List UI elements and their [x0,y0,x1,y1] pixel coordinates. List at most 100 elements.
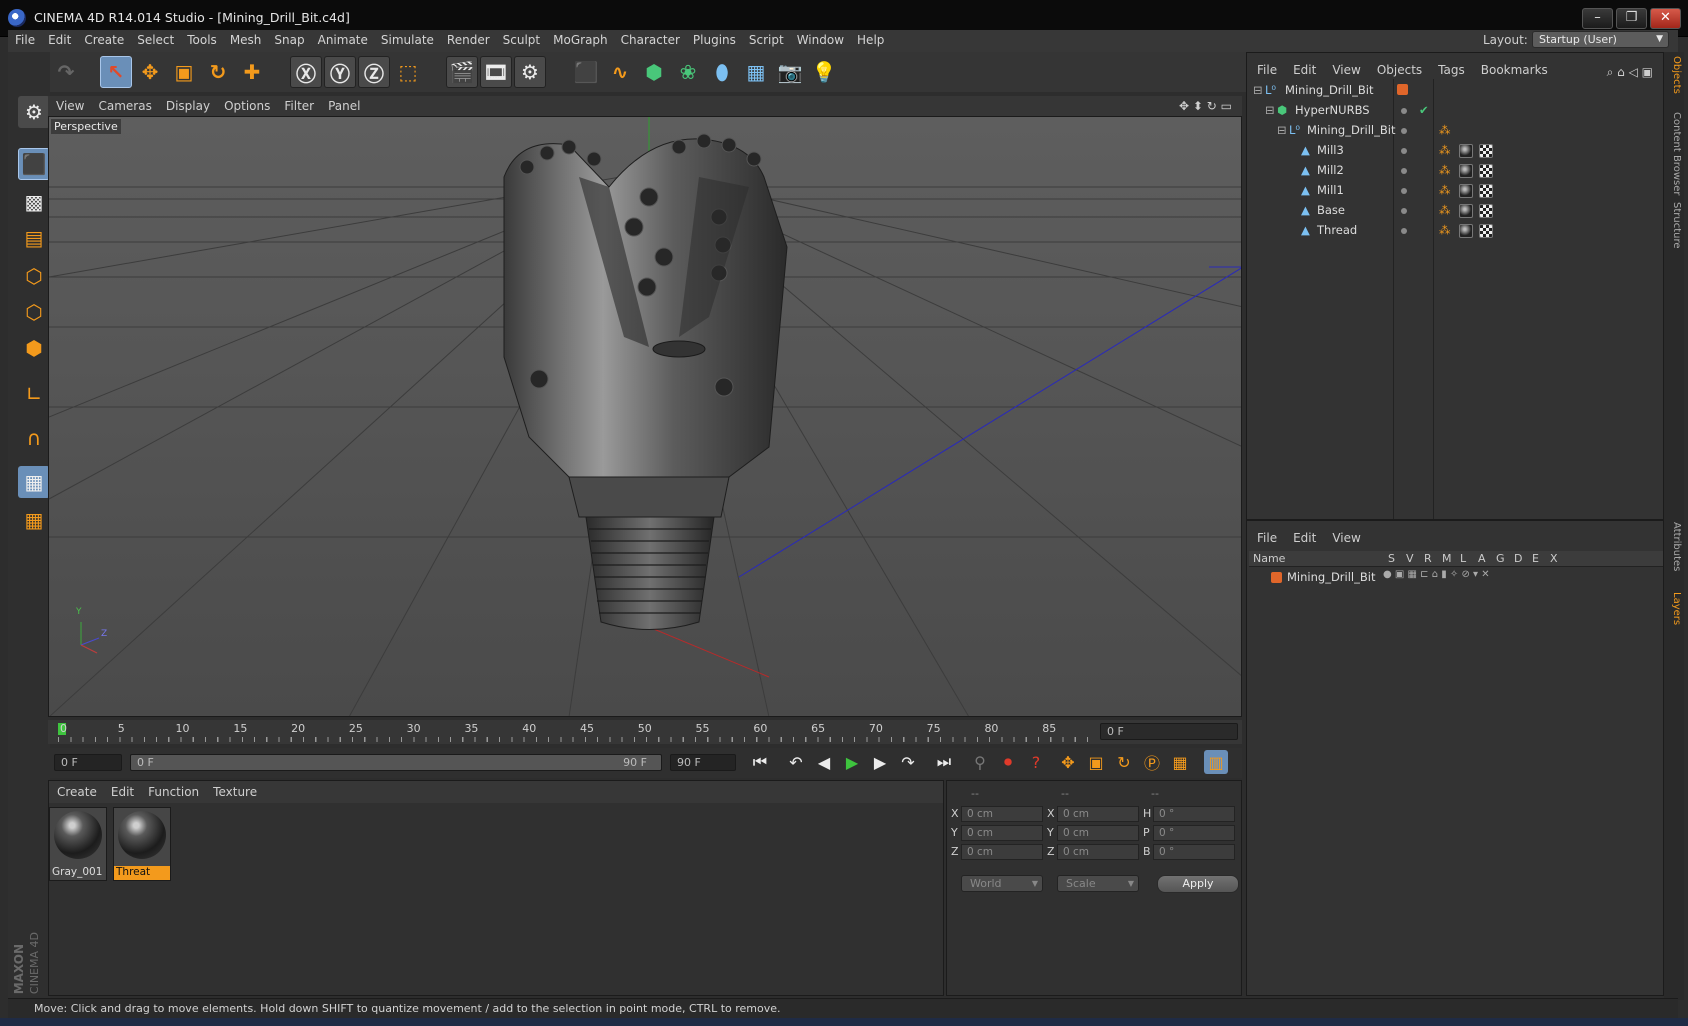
phong-tag-icon[interactable]: ⁂ [1439,143,1451,157]
visibility-dot-icon[interactable] [1401,148,1407,154]
render-picture-viewer-icon[interactable]: 🎞 [480,56,512,88]
close-button[interactable]: ✕ [1650,8,1681,29]
timeline-ruler[interactable]: 051015202530354045505560657075808590 0 F [48,720,1242,744]
visibility-dot-icon[interactable] [1401,108,1407,114]
current-frame-field[interactable]: 0 F [1100,723,1238,740]
object-menu-tags[interactable]: Tags [1428,59,1471,77]
keyframe-selection-icon[interactable]: ⚲ [968,750,992,774]
coordinate-system-icon[interactable]: ⬚ [392,56,424,88]
object-menu-edit[interactable]: Edit [1283,59,1322,77]
col-name[interactable]: Name [1253,552,1285,565]
tab-attributes[interactable]: Attributes [1666,522,1682,571]
spline-pen-icon[interactable]: ∿ [604,56,636,88]
rotation-h-field[interactable]: 0 ° [1153,806,1235,822]
collapse-icon[interactable]: ⊟ [1277,123,1287,137]
make-editable-icon[interactable]: ⚙ [18,96,50,128]
menu-create[interactable]: Create [77,30,130,47]
time-range-slider[interactable]: 0 F 90 F [130,754,662,771]
viewport-menu-options[interactable]: Options [216,96,276,113]
y-axis-lock-icon[interactable]: Ⓨ [324,56,356,88]
scale-tool-icon[interactable]: ▣ [168,56,200,88]
goto-prev-key-icon[interactable]: ↶ [784,750,808,774]
menu-tools[interactable]: Tools [180,30,223,47]
snap-magnet-icon[interactable]: ∩ [18,422,50,454]
max-time-field[interactable]: 90 F [670,754,736,771]
layer-menu-view[interactable]: View [1322,527,1366,545]
col-expressions[interactable]: E [1532,552,1539,565]
texture-tag-icon[interactable] [1479,144,1493,158]
menu-sculpt[interactable]: Sculpt [496,30,546,47]
minimize-button[interactable]: – [1582,8,1613,29]
menu-render[interactable]: Render [440,30,496,47]
menu-file[interactable]: File [8,30,41,47]
nurbs-icon[interactable]: ⬢ [638,56,670,88]
x-axis-lock-icon[interactable]: Ⓧ [290,56,322,88]
size-z-field[interactable]: 0 cm [1057,844,1139,860]
key-position-icon[interactable]: ✥ [1056,750,1080,774]
menu-edit[interactable]: Edit [41,30,77,47]
layer-menu-edit[interactable]: Edit [1283,527,1322,545]
timeline-window-icon[interactable]: ▥ [1204,750,1228,774]
move-tool-icon[interactable]: ✥ [134,56,166,88]
visibility-dot-icon[interactable] [1401,188,1407,194]
viewport-camera-label[interactable]: Perspective [51,119,121,134]
key-parameter-icon[interactable]: Ⓟ [1140,750,1164,774]
position-y-field[interactable]: 0 cm [961,825,1043,841]
prev-frame-icon[interactable]: ◀ [812,750,836,774]
material-tag-icon[interactable] [1459,184,1473,198]
material-tag-icon[interactable] [1459,164,1473,178]
coordinate-space-select[interactable]: World ▼ [961,875,1043,892]
menu-mograph[interactable]: MoGraph [546,30,614,47]
cube-primitive-icon[interactable]: ⬛ [570,56,602,88]
workplane-lock-icon[interactable]: ▦ [18,466,50,498]
render-settings-icon[interactable]: ⚙ [514,56,546,88]
workplane-mode-icon[interactable]: ▤ [18,222,50,254]
object-menu-bookmarks[interactable]: Bookmarks [1471,59,1554,77]
object-row[interactable]: ▲ Mill3 ⁂ [1247,141,1663,161]
rotation-b-field[interactable]: 0 ° [1153,844,1235,860]
material-tag-icon[interactable] [1459,224,1473,238]
texture-tag-icon[interactable] [1479,184,1493,198]
object-row[interactable]: ⊟ L⁰ Mining_Drill_Bit [1247,81,1663,101]
deformer-icon[interactable]: ⬮ [706,56,738,88]
object-menu-objects[interactable]: Objects [1367,59,1428,77]
z-axis-lock-icon[interactable]: Ⓩ [358,56,390,88]
object-row[interactable]: ▲ Base ⁂ [1247,201,1663,221]
render-view-icon[interactable]: 🎬 [446,56,478,88]
material-swatch-threat[interactable]: Threat [113,807,171,881]
material-menu-texture[interactable]: Texture [205,781,263,799]
col-generators[interactable]: G [1496,552,1505,565]
menu-snap[interactable]: Snap [267,30,310,47]
menu-character[interactable]: Character [614,30,686,47]
col-lock[interactable]: L [1460,552,1466,565]
col-manager[interactable]: M [1442,552,1452,565]
material-tag-icon[interactable] [1459,204,1473,218]
rotate-tool-icon[interactable]: ↻ [202,56,234,88]
points-mode-icon[interactable]: ⬡ [18,260,50,292]
record-active-icon[interactable]: ⏺ [996,750,1020,774]
tab-layers[interactable]: Layers [1666,592,1682,625]
menu-window[interactable]: Window [790,30,850,47]
key-pla-icon[interactable]: ▦ [1168,750,1192,774]
layer-flag-icons[interactable]: ● ▣ ▦ ⊏ ⌂ ▮ ✧ ⊘ ▾ ✕ [1383,569,1490,580]
light-icon[interactable]: 💡 [808,56,840,88]
viewport-menu-panel[interactable]: Panel [320,96,366,113]
apply-button[interactable]: Apply [1157,875,1239,893]
object-menu-view[interactable]: View [1322,59,1366,77]
perspective-viewport[interactable]: Perspective Y Z [48,116,1242,717]
material-swatch-gray[interactable]: Gray_001 [49,807,107,881]
phong-tag-icon[interactable]: ⁂ [1439,183,1451,197]
collapse-icon[interactable]: ⊟ [1253,83,1263,97]
tab-content-browser[interactable]: Content Browser [1666,112,1682,195]
phong-tag-icon[interactable]: ⁂ [1439,163,1451,177]
material-menu-create[interactable]: Create [49,781,103,799]
menu-help[interactable]: Help [850,30,890,47]
next-frame-icon[interactable]: ▶ [868,750,892,774]
object-row[interactable]: ▲ Mill2 ⁂ [1247,161,1663,181]
min-time-field[interactable]: 0 F [54,754,122,771]
maximize-button[interactable]: ❐ [1616,8,1647,29]
polygons-mode-icon[interactable]: ⬢ [18,332,50,364]
col-view[interactable]: V [1406,552,1414,565]
search-icon[interactable]: ⌕ ⌂ ◁ ▣ [1597,61,1659,80]
play-icon[interactable]: ▶ [840,750,864,774]
